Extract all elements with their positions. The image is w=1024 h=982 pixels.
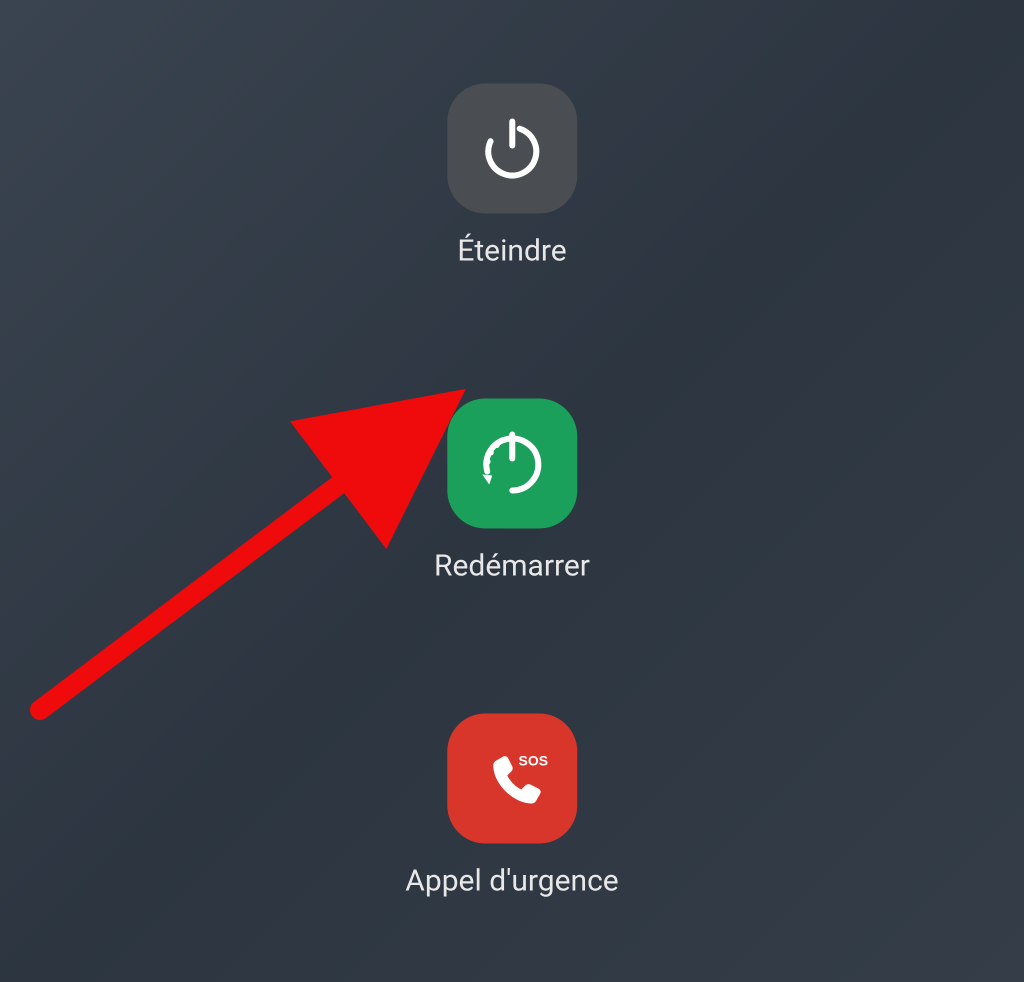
power-off-button[interactable] [447, 84, 577, 214]
power-icon [477, 114, 547, 184]
svg-text:SOS: SOS [518, 753, 548, 769]
restart-button[interactable] [447, 399, 577, 529]
emergency-label: Appel d'urgence [405, 864, 618, 899]
emergency-button[interactable]: SOS [447, 714, 577, 844]
phone-sos-icon: SOS [471, 738, 553, 820]
restart-label: Redémarrer [434, 549, 590, 584]
restart-icon [475, 427, 549, 501]
power-off-label: Éteindre [457, 234, 566, 269]
power-off-item[interactable]: Éteindre [447, 84, 577, 269]
emergency-item[interactable]: SOS Appel d'urgence [405, 714, 618, 899]
restart-item[interactable]: Redémarrer [434, 399, 590, 584]
power-menu: Éteindre Redémarrer SOS [405, 84, 618, 899]
